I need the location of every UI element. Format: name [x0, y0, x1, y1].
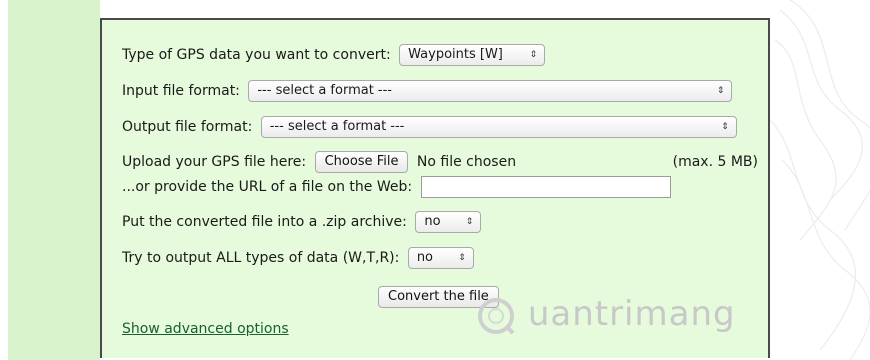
updown-arrows-icon: ⇕ [716, 86, 725, 96]
all-types-value: no [416, 250, 434, 265]
zip-row: Put the converted file into a .zip archi… [122, 211, 482, 233]
advanced-row: Show advanced options [122, 320, 289, 338]
zip-select[interactable]: no ⇕ [415, 211, 482, 233]
upload-label: Upload your GPS file here: [122, 154, 307, 170]
all-types-select[interactable]: no ⇕ [407, 247, 474, 269]
upload-row: Upload your GPS file here: Choose File N… [122, 151, 758, 173]
gps-type-row: Type of GPS data you want to convert: Wa… [122, 44, 546, 66]
url-row: ...or provide the URL of a file on the W… [122, 176, 671, 198]
output-format-select[interactable]: --- select a format --- ⇕ [260, 116, 737, 138]
url-input[interactable] [420, 176, 671, 198]
gps-type-value: Waypoints [W] [408, 47, 503, 62]
gps-type-label: Type of GPS data you want to convert: [122, 47, 391, 63]
output-format-value: --- select a format --- [269, 119, 405, 134]
watermark: uantrimang [476, 294, 736, 336]
output-format-row: Output file format: --- select a format … [122, 116, 737, 138]
url-label: ...or provide the URL of a file on the W… [122, 179, 413, 195]
watermark-text: uantrimang [527, 294, 736, 334]
zip-label: Put the converted file into a .zip archi… [122, 214, 407, 230]
updown-arrows-icon: ⇕ [721, 122, 729, 132]
gps-type-select[interactable]: Waypoints [W] ⇕ [399, 44, 546, 66]
zip-value: no [424, 214, 441, 229]
updown-arrows-icon: ⇕ [458, 253, 466, 263]
input-format-value: --- select a format --- [257, 83, 392, 98]
choose-file-button[interactable]: Choose File [314, 151, 409, 173]
all-types-label: Try to output ALL types of data (W,T,R): [122, 250, 400, 266]
all-types-row: Try to output ALL types of data (W,T,R):… [122, 247, 474, 269]
input-format-row: Input file format: --- select a format -… [122, 80, 733, 102]
updown-arrows-icon: ⇕ [529, 50, 538, 60]
updown-arrows-icon: ⇕ [465, 217, 474, 227]
file-size-limit: (max. 5 MB) [672, 154, 758, 170]
show-advanced-options-link[interactable]: Show advanced options [122, 321, 289, 337]
input-format-label: Input file format: [122, 83, 240, 99]
output-format-label: Output file format: [122, 119, 253, 135]
watermark-logo-icon [478, 297, 515, 334]
input-format-select[interactable]: --- select a format --- ⇕ [248, 80, 733, 102]
file-status-text: No file chosen [416, 154, 517, 170]
left-green-strip [8, 0, 100, 360]
